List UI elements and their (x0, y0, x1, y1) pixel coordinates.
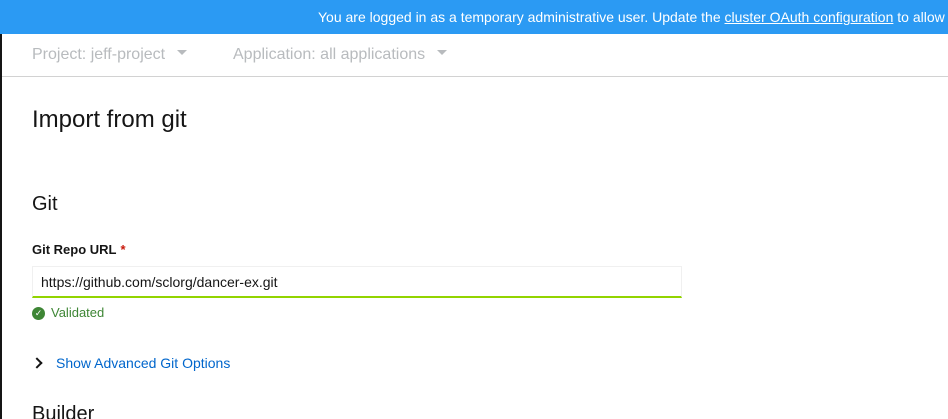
project-selector[interactable]: Project: jeff-project (32, 34, 188, 76)
chevron-right-icon (31, 357, 43, 369)
git-repo-url-label-text: Git Repo URL (32, 242, 117, 257)
builder-section-title: Builder (32, 403, 95, 419)
banner-text-end: to allow (893, 9, 945, 25)
validation-message: ✓ Validated (32, 304, 104, 322)
check-circle-icon: ✓ (32, 306, 45, 320)
project-selector-label: Project: jeff-project (32, 46, 166, 63)
temporary-admin-banner: You are logged in as a temporary adminis… (0, 0, 948, 34)
context-bar: Project: jeff-project Application: all a… (2, 34, 948, 77)
import-from-git-page: You are logged in as a temporary adminis… (0, 0, 948, 419)
caret-down-icon (177, 50, 188, 56)
advanced-git-options-toggle[interactable]: Show Advanced Git Options (31, 353, 231, 373)
application-selector[interactable]: Application: all applications (233, 34, 448, 76)
required-asterisk: * (120, 242, 126, 257)
git-repo-url-label: Git Repo URL * (32, 240, 126, 260)
left-edge-divider (0, 34, 2, 419)
application-selector-label: Application: all applications (233, 46, 426, 63)
git-section-title: Git (32, 193, 58, 215)
caret-down-icon (437, 50, 448, 56)
page-title: Import from git (32, 106, 187, 133)
banner-text: You are logged in as a temporary adminis… (318, 9, 725, 25)
validation-text: Validated (51, 305, 105, 320)
cluster-oauth-link[interactable]: cluster OAuth configuration (725, 9, 894, 25)
banner-message: You are logged in as a temporary adminis… (318, 0, 945, 34)
advanced-git-options-label: Show Advanced Git Options (56, 355, 231, 371)
git-repo-url-input[interactable] (32, 266, 682, 298)
